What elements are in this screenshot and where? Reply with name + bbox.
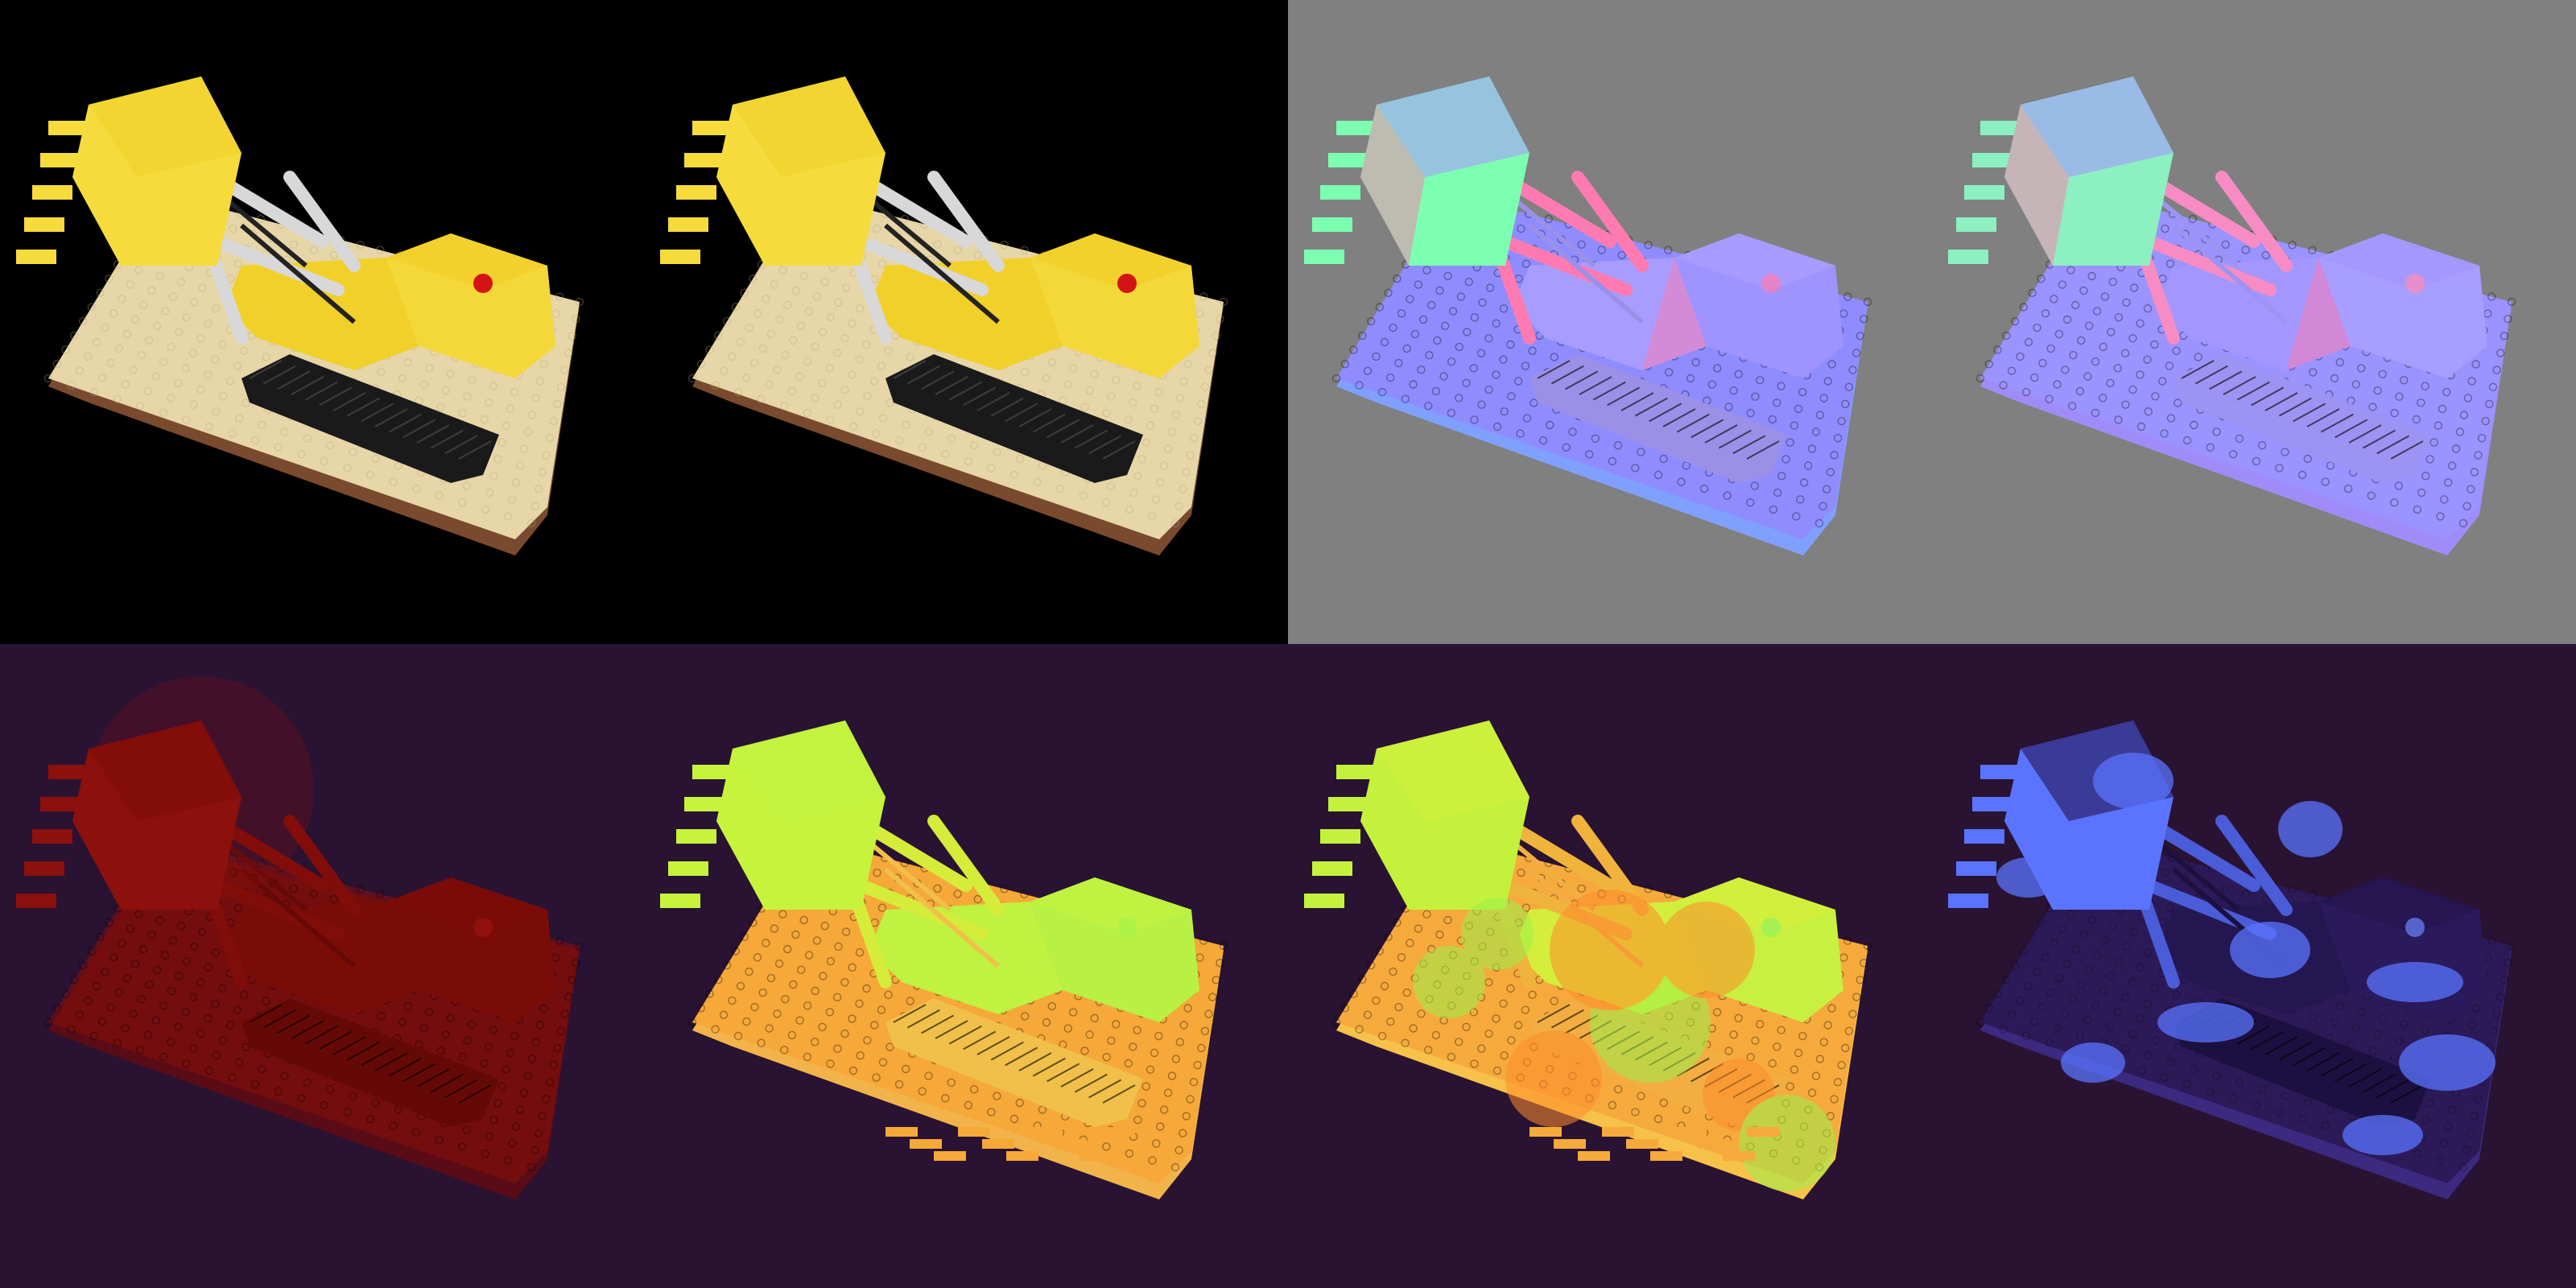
panel-normal-ground-truth [1288, 0, 1932, 644]
excavator-model [16, 676, 584, 1199]
scene-normal-map-predicted [1948, 76, 2516, 555]
excavator-model [660, 76, 1228, 555]
panel-uncertainty-map [1932, 644, 2576, 1288]
excavator-model [1304, 76, 1872, 555]
image-grid [0, 0, 2576, 1288]
excavator-model [1948, 720, 2516, 1199]
bucket-teeth [1948, 121, 2021, 264]
cabin-red-light [1117, 274, 1137, 293]
error-halo [89, 676, 314, 902]
panel-error-map [0, 644, 644, 1288]
excavator-model [660, 720, 1228, 1199]
scene-depth-map-predicted [1304, 720, 1872, 1199]
scene-error-map [16, 676, 584, 1199]
scene-rgb-render-ground-truth [16, 76, 584, 555]
cabin-light [2405, 274, 2425, 293]
scene-uncertainty-map [1948, 720, 2516, 1199]
bucket-teeth [660, 121, 733, 264]
excavator-model [1304, 720, 1872, 1199]
scene-depth-map-ground-truth [660, 720, 1228, 1199]
cabin-light [1761, 274, 1781, 293]
excavator-model [16, 76, 584, 555]
panel-rgb-predicted [644, 0, 1288, 644]
excavator-model [1948, 76, 2516, 555]
cabin-light [1761, 918, 1781, 937]
bucket-teeth [1304, 765, 1377, 908]
bucket-teeth [16, 121, 89, 264]
scene-normal-map-ground-truth [1304, 76, 1872, 555]
bucket-teeth [660, 765, 733, 908]
panel-depth-ground-truth [644, 644, 1288, 1288]
cabin-red-light [473, 274, 493, 293]
panel-normal-predicted [1932, 0, 2576, 644]
scene-rgb-render-predicted [660, 76, 1228, 555]
cabin-light [473, 918, 493, 937]
panel-rgb-ground-truth [0, 0, 644, 644]
cabin-light [1117, 918, 1137, 937]
bucket-teeth [1304, 121, 1377, 264]
panel-depth-predicted [1288, 644, 1932, 1288]
bucket-teeth [16, 765, 89, 908]
cabin-light [2405, 918, 2425, 937]
